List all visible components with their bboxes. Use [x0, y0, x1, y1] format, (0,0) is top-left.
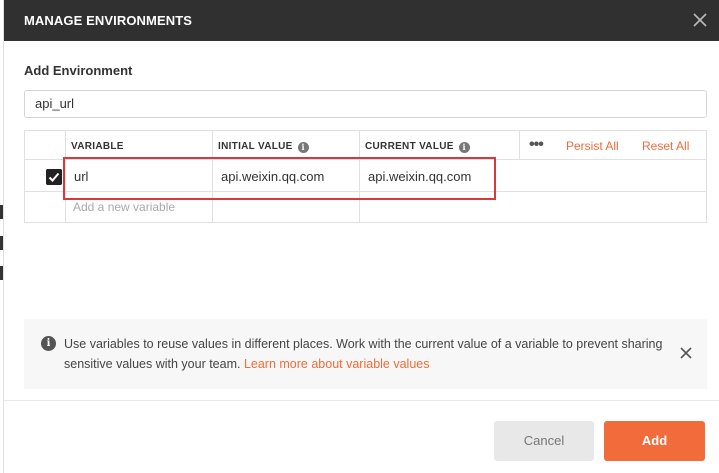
add-button[interactable]: Add: [604, 421, 705, 461]
cancel-button[interactable]: Cancel: [494, 421, 594, 461]
footer-divider: [4, 400, 719, 401]
persist-all-link[interactable]: Persist All: [566, 139, 619, 153]
highlight-annotation: [63, 157, 496, 200]
info-icon[interactable]: i: [297, 142, 309, 153]
environment-name-input[interactable]: api_url: [24, 90, 707, 118]
info-icon[interactable]: i: [458, 142, 470, 153]
section-label: Add Environment: [24, 63, 133, 78]
learn-more-link[interactable]: Learn more about variable values: [244, 357, 430, 371]
info-text: Use variables to reuse values in differe…: [64, 337, 663, 371]
reset-all-link[interactable]: Reset All: [642, 139, 689, 153]
column-header-initial-value: INITIAL VALUE i: [218, 141, 309, 153]
row-checkbox[interactable]: [46, 169, 62, 185]
info-icon: i: [41, 336, 56, 351]
info-banner: i Use variables to reuse values in diffe…: [24, 319, 707, 389]
column-divider: [519, 131, 520, 159]
close-icon[interactable]: [686, 6, 714, 34]
more-options-icon[interactable]: •••: [529, 136, 544, 154]
column-header-variable: VARIABLE: [71, 141, 124, 152]
dialog-header: MANAGE ENVIRONMENTS: [4, 0, 719, 41]
dialog-title: MANAGE ENVIRONMENTS: [24, 13, 193, 28]
add-variable-input[interactable]: Add a new variable: [73, 200, 175, 214]
manage-environments-dialog: MANAGE ENVIRONMENTS Add Environment api_…: [3, 0, 719, 473]
column-header-current-value: CURRENT VALUE i: [365, 141, 470, 153]
dismiss-icon[interactable]: [679, 346, 693, 360]
